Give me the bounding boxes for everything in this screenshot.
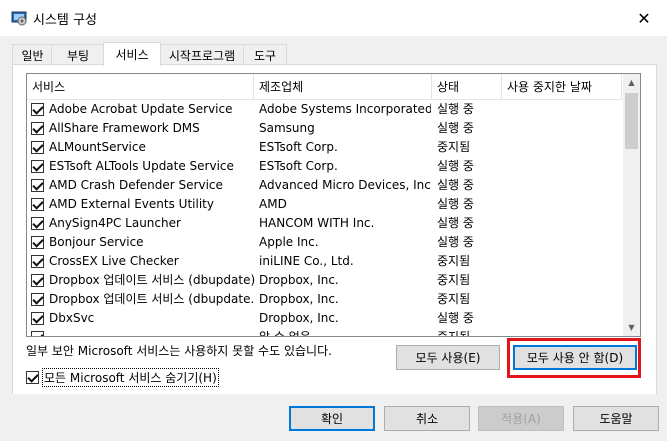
service-checkbox[interactable] <box>31 331 44 336</box>
service-checkbox[interactable] <box>31 122 44 135</box>
system-config-icon <box>11 11 27 26</box>
hide-microsoft-checkbox[interactable] <box>26 370 39 384</box>
column-header-manufacturer[interactable]: 제조업체 <box>254 74 432 99</box>
cancel-button[interactable]: 취소 <box>384 406 470 431</box>
service-name: ALMountService <box>49 140 146 154</box>
service-name: ESTsoft ALTools Update Service <box>49 159 234 173</box>
service-status: 실행 중 <box>437 102 474 116</box>
table-row[interactable]: Adobe Acrobat Update Service Adobe Syste… <box>27 100 622 119</box>
service-status: 중지됨 <box>437 330 471 337</box>
service-manufacturer: Advanced Micro Devices, Inc. <box>259 178 431 192</box>
hide-microsoft-services[interactable]: 모든 Microsoft 서비스 숨기기(H) <box>26 367 219 387</box>
service-checkbox[interactable] <box>31 217 44 230</box>
service-manufacturer: Dropbox, Inc. <box>259 311 339 325</box>
vertical-scrollbar[interactable]: ▲ ▼ <box>623 74 640 336</box>
service-status: 실행 중 <box>437 159 474 173</box>
service-status: 실행 중 <box>437 311 474 325</box>
table-row[interactable]: ... 알 수 없음 중지됨 <box>27 328 622 337</box>
service-checkbox[interactable] <box>31 179 44 192</box>
services-list[interactable]: 서비스 제조업체 상태 사용 중지한 날짜 Adobe Acrobat Upda… <box>26 73 641 337</box>
table-row[interactable]: CrossEX Live Checker iniLINE Co., Ltd. 중… <box>27 252 622 271</box>
service-status: 중지됨 <box>437 292 471 306</box>
service-name: Bonjour Service <box>49 235 144 249</box>
title-bar: 시스템 구성 ✕ <box>0 0 667 36</box>
tab-startup[interactable]: 시작프로그램 <box>159 44 245 65</box>
service-status: 실행 중 <box>437 235 474 249</box>
tab-tools[interactable]: 도구 <box>243 44 287 65</box>
column-header-status[interactable]: 상태 <box>432 74 502 99</box>
service-manufacturer: Dropbox, Inc. <box>259 273 339 287</box>
service-name: CrossEX Live Checker <box>49 254 179 268</box>
table-row[interactable]: Bonjour Service Apple Inc. 실행 중 <box>27 233 622 252</box>
service-name: ... <box>49 330 61 337</box>
table-row[interactable]: Dropbox 업데이트 서비스 (dbupdate... Dropbox, I… <box>27 290 622 309</box>
table-row[interactable]: AMD External Events Utility AMD 실행 중 <box>27 195 622 214</box>
service-checkbox[interactable] <box>31 160 44 173</box>
close-button[interactable]: ✕ <box>621 0 667 36</box>
security-note: 일부 보안 Microsoft 서비스는 사용하지 못할 수도 있습니다. <box>26 344 332 358</box>
service-status: 중지됨 <box>437 273 471 287</box>
service-manufacturer: iniLINE Co., Ltd. <box>259 254 354 268</box>
service-name: DbxSvc <box>49 311 95 325</box>
service-name: Dropbox 업데이트 서비스 (dbupdate) <box>49 273 255 287</box>
service-checkbox[interactable] <box>31 141 44 154</box>
close-icon: ✕ <box>637 8 651 28</box>
help-button[interactable]: 도움말 <box>573 406 659 431</box>
service-status: 실행 중 <box>437 197 474 211</box>
service-checkbox[interactable] <box>31 255 44 268</box>
service-manufacturer: ESTsoft Corp. <box>259 140 338 154</box>
table-row[interactable]: ESTsoft ALTools Update Service ESTsoft C… <box>27 157 622 176</box>
service-checkbox[interactable] <box>31 274 44 287</box>
highlight-box <box>507 338 641 378</box>
service-status: 실행 중 <box>437 216 474 230</box>
scroll-down-icon[interactable]: ▼ <box>623 319 640 336</box>
service-name: AMD External Events Utility <box>49 197 214 211</box>
service-checkbox[interactable] <box>31 312 44 325</box>
scroll-up-icon[interactable]: ▲ <box>623 74 640 91</box>
service-name: AnySign4PC Launcher <box>49 216 181 230</box>
service-checkbox[interactable] <box>31 198 44 211</box>
service-name: Adobe Acrobat Update Service <box>49 102 233 116</box>
enable-all-button[interactable]: 모두 사용(E) <box>396 345 500 370</box>
table-row[interactable]: AnySign4PC Launcher HANCOM WITH Inc. 실행 … <box>27 214 622 233</box>
window-title: 시스템 구성 <box>33 13 97 28</box>
service-manufacturer: ESTsoft Corp. <box>259 159 338 173</box>
column-header-service[interactable]: 서비스 <box>27 74 254 99</box>
service-manufacturer: 알 수 없음 <box>259 330 311 337</box>
table-row[interactable]: Dropbox 업데이트 서비스 (dbupdate) Dropbox, Inc… <box>27 271 622 290</box>
service-status: 중지됨 <box>437 140 471 154</box>
service-manufacturer: HANCOM WITH Inc. <box>259 216 375 230</box>
tab-general[interactable]: 일반 <box>12 44 53 65</box>
service-manufacturer: Adobe Systems Incorporated <box>259 102 431 116</box>
table-row[interactable]: AMD Crash Defender Service Advanced Micr… <box>27 176 622 195</box>
list-header: 서비스 제조업체 상태 사용 중지한 날짜 <box>27 74 622 100</box>
service-status: 실행 중 <box>437 121 474 135</box>
service-manufacturer: AMD <box>259 197 287 211</box>
table-row[interactable]: AllShare Framework DMS Samsung 실행 중 <box>27 119 622 138</box>
tab-services[interactable]: 서비스 <box>103 42 161 66</box>
column-header-date-disabled[interactable]: 사용 중지한 날짜 <box>502 74 622 99</box>
service-checkbox[interactable] <box>31 236 44 249</box>
service-manufacturer: Samsung <box>259 121 315 135</box>
service-name: AMD Crash Defender Service <box>49 178 223 192</box>
apply-button[interactable]: 적용(A) <box>478 406 564 431</box>
tab-boot[interactable]: 부팅 <box>51 44 105 65</box>
table-row[interactable]: ALMountService ESTsoft Corp. 중지됨 <box>27 138 622 157</box>
service-manufacturer: Dropbox, Inc. <box>259 292 339 306</box>
hide-microsoft-label: 모든 Microsoft 서비스 숨기기(H) <box>42 367 219 387</box>
service-name: Dropbox 업데이트 서비스 (dbupdate... <box>49 292 255 306</box>
service-name: AllShare Framework DMS <box>49 121 200 135</box>
table-row[interactable]: DbxSvc Dropbox, Inc. 실행 중 <box>27 309 622 328</box>
service-status: 중지됨 <box>437 254 471 268</box>
ok-button[interactable]: 확인 <box>289 406 375 431</box>
scrollbar-thumb[interactable] <box>625 93 638 149</box>
service-checkbox[interactable] <box>31 293 44 306</box>
service-manufacturer: Apple Inc. <box>259 235 319 249</box>
service-status: 실행 중 <box>437 178 474 192</box>
service-checkbox[interactable] <box>31 103 44 116</box>
